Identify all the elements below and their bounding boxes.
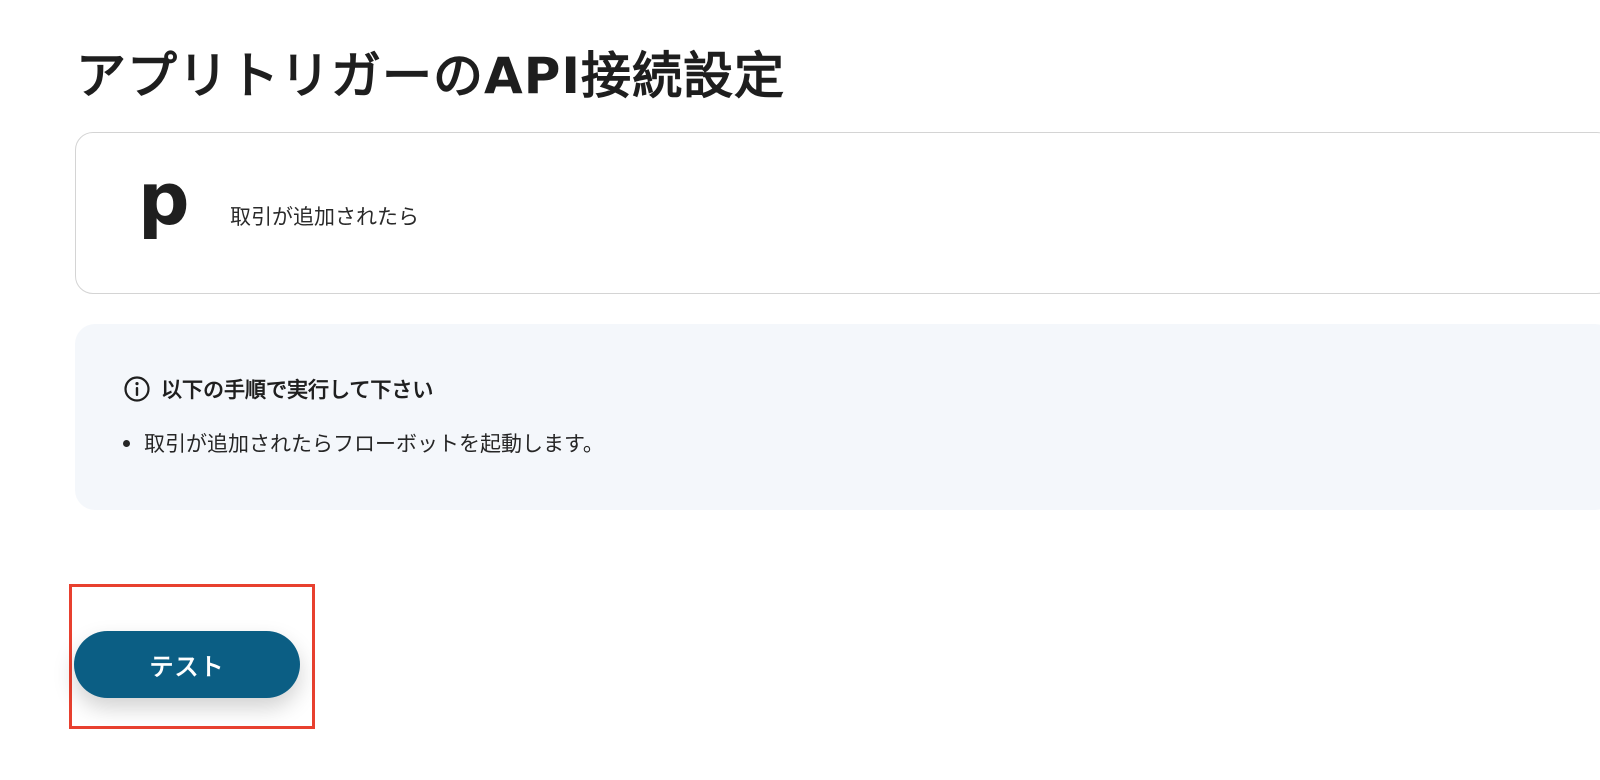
info-icon	[123, 375, 151, 403]
bullet-icon	[123, 439, 130, 447]
page-title: アプリトリガーのAPI接続設定	[76, 47, 785, 105]
info-title: 以下の手順で実行して下さい	[161, 378, 434, 402]
trigger-name: 取引が追加されたら	[230, 205, 419, 229]
page: アプリトリガーのAPI接続設定 p 取引が追加されたら 以下の手順で実行して下さ…	[0, 0, 1600, 780]
list-item-text: 取引が追加されたらフローボットを起動します。	[144, 432, 604, 456]
list-item: 取引が追加されたらフローボットを起動します。	[123, 428, 604, 458]
info-list: 取引が追加されたらフローボットを起動します。	[123, 428, 604, 458]
app-logo: p	[138, 157, 190, 241]
test-button[interactable]: テスト	[74, 631, 300, 698]
trigger-card[interactable]: p 取引が追加されたら	[75, 132, 1600, 294]
info-panel: 以下の手順で実行して下さい 取引が追加されたらフローボットを起動します。	[75, 324, 1600, 510]
info-header: 以下の手順で実行して下さい	[123, 374, 433, 404]
